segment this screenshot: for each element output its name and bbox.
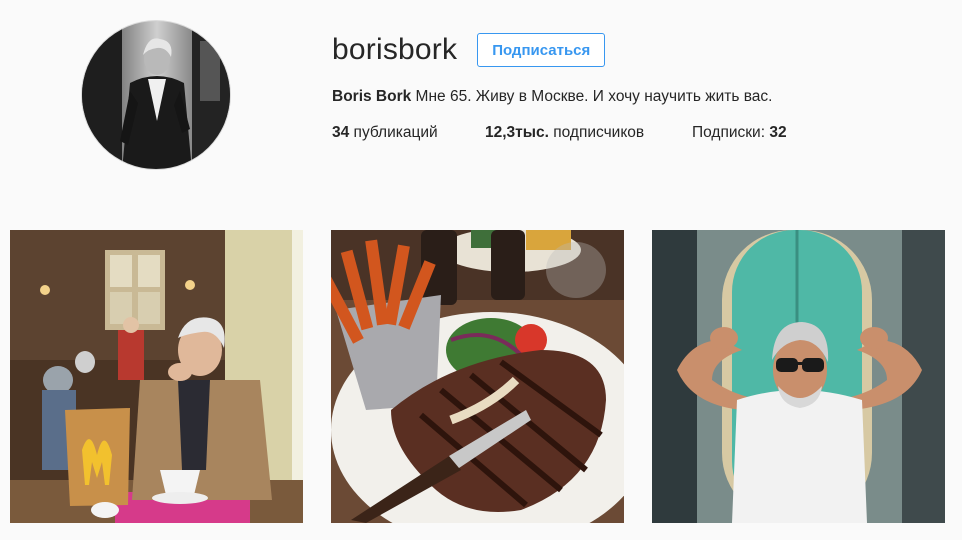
post-tile[interactable] (331, 230, 624, 523)
posts-stat: 34 публикаций (332, 124, 438, 142)
avatar-photo-icon (82, 21, 230, 169)
profile-bio: Boris Bork Мне 65. Живу в Москве. И хочу… (332, 88, 772, 106)
username-row: borisbork Подписаться (332, 30, 606, 70)
flexing-man-surfboard-photo-icon (652, 230, 945, 523)
posts-label: публикаций (349, 124, 438, 141)
followers-label: подписчиков (548, 124, 645, 141)
profile-username: borisbork (332, 33, 458, 66)
posts-count: 34 (332, 124, 350, 141)
profile-avatar[interactable] (81, 20, 231, 170)
post-tile[interactable] (10, 230, 303, 523)
followers-count: 12,3тыс. (485, 124, 549, 141)
followers-stat[interactable]: 12,3тыс. подписчиков (485, 124, 644, 142)
mcdonalds-cafe-photo-icon (10, 230, 303, 523)
following-label: Подписки: (692, 124, 770, 141)
post-tile[interactable] (652, 230, 945, 523)
follow-button[interactable]: Подписаться (477, 33, 606, 67)
profile-page: borisbork Подписаться Boris Bork Мне 65.… (0, 0, 962, 540)
profile-bio-text: Мне 65. Живу в Москве. И хочу научить жи… (411, 88, 773, 105)
profile-full-name: Boris Bork (332, 88, 412, 105)
following-stat[interactable]: Подписки: 32 (692, 124, 787, 142)
steak-fries-photo-icon (331, 230, 624, 523)
posts-grid (10, 230, 945, 523)
following-count: 32 (769, 124, 787, 141)
